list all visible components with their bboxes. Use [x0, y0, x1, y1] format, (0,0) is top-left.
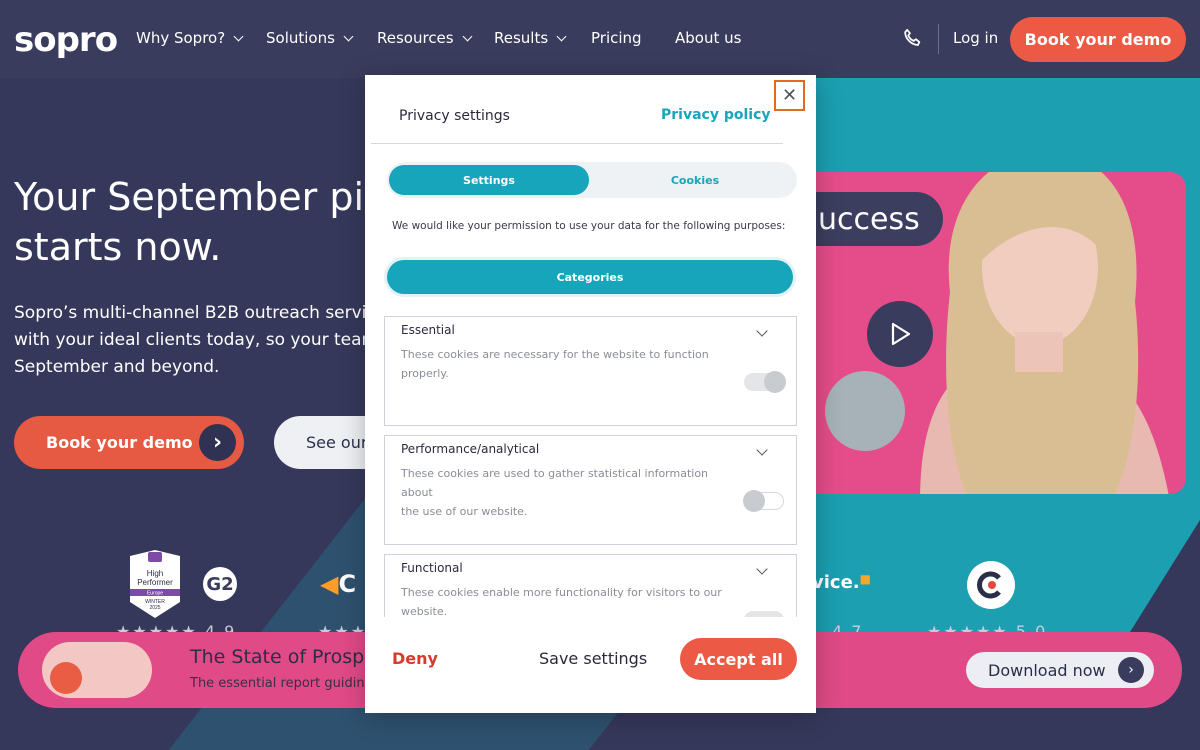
cookie-category-description: These cookies enable more functionality …	[401, 583, 741, 617]
reviews-logo-text: vice.	[812, 572, 860, 593]
chevron-down-icon[interactable]	[756, 563, 768, 575]
download-now-label: Download now	[988, 660, 1106, 680]
book-demo-label: Book your demo	[46, 433, 193, 452]
see-our-label: See our	[306, 433, 368, 452]
cookie-description-line: These cookies enable more functionality …	[401, 586, 722, 599]
book-demo-nav-button[interactable]: Book your demo	[1010, 17, 1186, 62]
divider	[371, 143, 783, 144]
modal-footer: Deny Save settings Accept all	[365, 617, 816, 713]
cookie-category-description: These cookies are necessary for the webs…	[401, 345, 741, 383]
hero-title-line: starts now.	[14, 225, 222, 269]
clutch-icon	[977, 571, 1001, 599]
toggle-knob	[743, 490, 765, 512]
g2-high-performer-badge: High Performer Europe WINTER 2025	[130, 550, 180, 618]
privacy-policy-link[interactable]: Privacy policy	[661, 107, 771, 123]
tab-settings[interactable]: Settings	[389, 165, 589, 195]
book-demo-button[interactable]: Book your demo ›	[14, 416, 244, 469]
badge-text: High	[147, 569, 163, 578]
privacy-settings-modal: ✕ Privacy settings Privacy policy Settin…	[365, 75, 816, 713]
chevron-down-icon	[462, 31, 473, 41]
chevron-down-icon	[556, 31, 567, 41]
g2-logo: G2	[203, 567, 237, 601]
deny-button[interactable]: Deny	[392, 649, 438, 668]
badge-text: 2025	[149, 605, 160, 611]
cookie-description-line: properly.	[401, 367, 449, 380]
sopro-logo[interactable]: sopro	[14, 20, 118, 60]
download-now-button[interactable]: Download now ›	[966, 652, 1154, 688]
badge-text: Performer	[137, 578, 173, 587]
capterra-logo: ◀C	[320, 570, 357, 598]
video-card[interactable]: uccess	[800, 172, 1186, 494]
nav-item-results[interactable]: Results	[494, 29, 567, 47]
nav-item-resources[interactable]: Resources	[377, 29, 473, 47]
arrow-right-icon: ›	[199, 424, 236, 461]
cookie-description-line: These cookies are necessary for the webs…	[401, 348, 709, 361]
banner-illustration	[42, 642, 152, 698]
nav-item-solutions[interactable]: Solutions	[266, 29, 354, 47]
settings-tabs: Settings Cookies	[387, 162, 797, 198]
arrow-right-icon: ›	[1118, 657, 1144, 683]
cookie-description-line: website.	[401, 605, 448, 617]
nav-item-why-sopro[interactable]: Why Sopro?	[136, 29, 244, 47]
badge-text: Europe	[147, 591, 163, 597]
reviews-logo: vice.■	[812, 572, 871, 593]
chevron-down-icon[interactable]	[756, 444, 768, 456]
capterra-logo-text: C	[338, 570, 357, 598]
banner-subtitle: The essential report guiding s	[190, 676, 384, 691]
nav-item-label: Pricing	[591, 29, 642, 47]
essential-toggle[interactable]	[744, 371, 786, 393]
nav-item-label: Solutions	[266, 29, 335, 47]
clutch-logo	[967, 561, 1015, 609]
cookie-category-performance: Performance/analytical These cookies are…	[384, 435, 797, 545]
cookie-category-description: These cookies are used to gather statist…	[401, 464, 741, 521]
video-caption-pill: uccess	[800, 192, 943, 246]
save-settings-button[interactable]: Save settings	[539, 649, 647, 668]
permission-intro: We would like your permission to use you…	[392, 220, 786, 232]
hero-title-line: Your September pi	[14, 175, 364, 219]
modal-title: Privacy settings	[399, 108, 510, 124]
chevron-down-icon[interactable]	[756, 325, 768, 337]
nav-item-label: About us	[675, 29, 742, 47]
close-icon[interactable]: ✕	[774, 80, 805, 111]
play-icon	[891, 322, 911, 346]
nav-item-pricing[interactable]: Pricing	[591, 29, 642, 47]
decorative-circle	[825, 371, 905, 451]
nav-item-about-us[interactable]: About us	[675, 29, 741, 47]
play-button[interactable]	[867, 301, 933, 367]
cookie-category-functional: Functional These cookies enable more fun…	[384, 554, 797, 617]
cookie-description-line: These cookies are used to gather statist…	[401, 467, 709, 499]
cookie-category-essential: Essential These cookies are necessary fo…	[384, 316, 797, 426]
tab-cookies[interactable]: Cookies	[597, 165, 793, 195]
banner-title: The State of Prospec	[190, 646, 387, 668]
nav-item-label: Results	[494, 29, 549, 47]
phone-icon[interactable]	[900, 26, 926, 52]
categories-button[interactable]: Categories	[387, 260, 793, 294]
toggle-knob	[764, 371, 786, 393]
login-link[interactable]: Log in	[953, 29, 998, 47]
nav-item-label: Resources	[377, 29, 454, 47]
cookie-category-title: Performance/analytical	[401, 442, 540, 456]
hero-title: Your September pi starts now.	[14, 172, 364, 272]
chevron-down-icon	[233, 31, 244, 41]
cookie-category-title: Functional	[401, 561, 463, 575]
nav-item-label: Why Sopro?	[136, 29, 226, 47]
accept-all-button[interactable]: Accept all	[680, 638, 797, 680]
top-navbar: sopro Why Sopro? Solutions Resources Res…	[0, 0, 1200, 78]
cookie-description-line: the use of our website.	[401, 505, 528, 518]
chevron-down-icon	[343, 31, 354, 41]
nav-divider	[938, 24, 939, 54]
cookie-category-title: Essential	[401, 323, 455, 337]
performance-toggle[interactable]	[743, 490, 784, 512]
